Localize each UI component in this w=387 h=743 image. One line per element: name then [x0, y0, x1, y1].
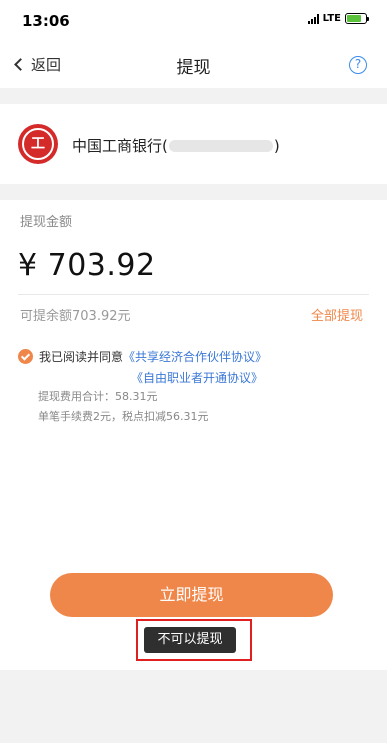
agree-prefix: 我已阅读并同意 — [39, 350, 124, 364]
fee-detail: 单笔手续费2元，税点扣减56.31元 — [38, 410, 209, 423]
bank-name: 中国工商银行 ( ) — [72, 135, 280, 156]
status-bar: 13:06 LTE — [0, 0, 387, 40]
network-type: LTE — [322, 13, 341, 24]
bank-name-text: 中国工商银行 — [72, 137, 163, 155]
divider — [18, 294, 369, 295]
withdraw-all-link[interactable]: 全部提现 — [311, 305, 363, 324]
status-indicators: LTE — [307, 13, 369, 24]
withdraw-button[interactable]: 立即提现 — [50, 573, 333, 617]
battery-icon — [345, 13, 369, 24]
signal-icon — [307, 13, 319, 24]
account-paren-close: ) — [273, 136, 280, 155]
available-balance: 可提余额703.92元 — [20, 309, 131, 324]
page-title: 提现 — [176, 58, 211, 78]
amount-label: 提现金额 — [20, 215, 73, 230]
amount-input[interactable]: ¥ 703.92 — [18, 248, 156, 283]
status-time: 13:06 — [22, 12, 70, 30]
masked-account-number — [168, 139, 273, 152]
agreement-row: 我已阅读并同意 《共享经济合作伙伴协议》 — [18, 348, 267, 365]
fee-total: 提现费用合计：58.31元 — [38, 390, 158, 403]
help-icon[interactable]: ? — [349, 56, 367, 74]
agreement-link-partner[interactable]: 《共享经济合作伙伴协议》 — [123, 348, 267, 365]
error-toast: 不可以提现 — [144, 627, 236, 653]
account-paren-open: ( — [162, 136, 168, 155]
agreement-link-freelancer[interactable]: 《自由职业者开通协议》 — [131, 369, 263, 386]
withdraw-form: 提现金额 ¥ 703.92 可提余额703.92元 全部提现 我已阅读并同意 《… — [0, 200, 387, 670]
nav-bar: 返回 提现 ? — [0, 40, 387, 88]
bottom-area — [0, 678, 387, 743]
icbc-logo-icon: 工 — [18, 124, 58, 164]
agree-checkbox[interactable] — [18, 349, 33, 364]
bank-card[interactable]: 工 中国工商银行 ( ) — [0, 104, 387, 184]
